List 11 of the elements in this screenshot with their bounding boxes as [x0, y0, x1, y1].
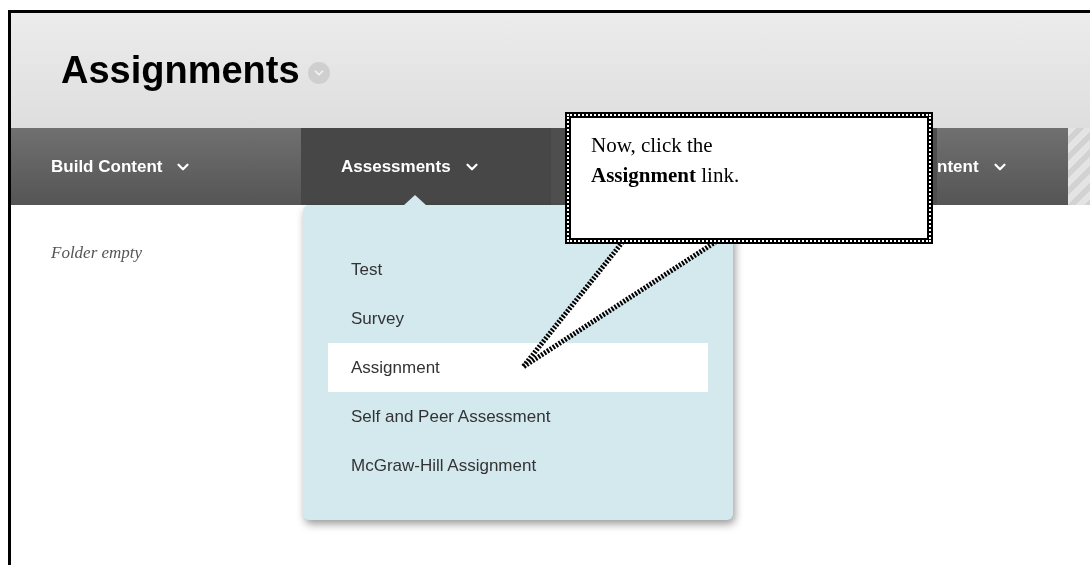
- menu-item[interactable]: Self and Peer Assessment: [328, 392, 708, 441]
- empty-folder-text: Folder empty: [51, 243, 143, 262]
- menu-item[interactable]: McGraw-Hill Assignment: [328, 441, 708, 490]
- nav-tab[interactable]: Assessments: [301, 128, 551, 205]
- page-title: Assignments: [61, 48, 300, 93]
- callout-text: Now, click the Assignment link.: [591, 132, 741, 189]
- nav-tab[interactable]: ntent: [937, 128, 1068, 205]
- nav-tab[interactable]: Build Content: [11, 128, 301, 205]
- menu-item[interactable]: Survey: [328, 294, 708, 343]
- menu-item[interactable]: Test: [328, 245, 708, 294]
- menu-item[interactable]: Assignment: [328, 343, 708, 392]
